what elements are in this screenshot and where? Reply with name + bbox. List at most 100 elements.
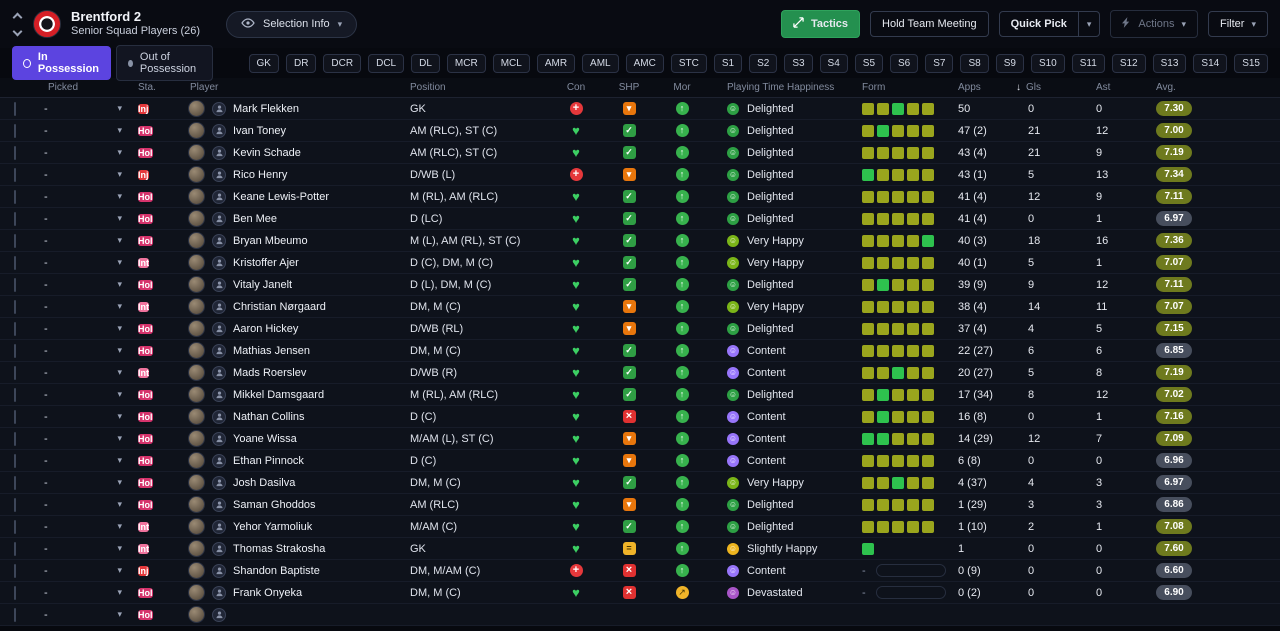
picked-dropdown[interactable]: - ▾ [36,540,132,557]
pos-filter-dl[interactable]: DL [411,53,440,73]
col-assists[interactable]: Ast [1082,82,1144,93]
table-row[interactable]: - ▾ Hol Yoane Wissa M/AM (L), ST (C) Con… [0,428,1280,450]
pos-filter-s11[interactable]: S11 [1071,53,1105,73]
profile-icon[interactable] [212,387,226,402]
player-name[interactable]: Kevin Schade [233,147,301,159]
quick-pick-label[interactable]: Quick Pick [1000,12,1078,36]
col-happiness[interactable]: Playing Time Happiness [708,82,860,93]
player-name[interactable]: Thomas Strakosha [233,543,325,555]
player-name[interactable]: Mikkel Damsgaard [233,389,324,401]
col-apps[interactable]: Apps [948,82,1016,93]
selection-info-button[interactable]: Selection Info ▾ [226,10,358,38]
table-row[interactable]: - ▾ Hol Mathias Jensen DM, M (C) Content… [0,340,1280,362]
row-checkbox[interactable] [14,321,16,336]
picked-dropdown[interactable]: - ▾ [36,408,132,425]
profile-icon[interactable] [212,497,226,512]
profile-icon[interactable] [212,607,226,622]
col-status[interactable]: Sta. [132,82,178,93]
player-name[interactable]: Mark Flekken [233,103,299,115]
player-name[interactable]: Saman Ghoddos [233,499,316,511]
hold-team-meeting-button[interactable]: Hold Team Meeting [870,11,989,37]
pos-filter-s13[interactable]: S13 [1152,53,1187,73]
tab-in-possession[interactable]: In Possession [12,46,112,80]
pos-filter-amc[interactable]: AMC [625,53,664,73]
row-checkbox[interactable] [14,277,16,292]
pos-filter-s5[interactable]: S5 [854,53,884,73]
pos-filter-s7[interactable]: S7 [925,53,954,73]
pos-filter-s4[interactable]: S4 [819,53,848,73]
row-checkbox[interactable] [14,299,16,314]
profile-icon[interactable] [212,145,226,160]
row-checkbox[interactable] [14,475,16,490]
picked-dropdown[interactable]: - ▾ [36,342,132,359]
picked-dropdown[interactable]: - ▾ [36,122,132,139]
profile-icon[interactable] [212,101,226,116]
quick-pick-button[interactable]: Quick Pick ▾ [998,11,1101,37]
row-checkbox[interactable] [14,211,16,226]
row-checkbox[interactable] [14,497,16,512]
table-row[interactable]: - ▾ Int Yehor Yarmoliuk M/AM (C) Delight… [0,516,1280,538]
profile-icon[interactable] [212,541,226,556]
row-checkbox[interactable] [14,453,16,468]
row-checkbox[interactable] [14,101,16,116]
picked-dropdown[interactable]: - ▾ [36,298,132,315]
profile-icon[interactable] [212,321,226,336]
table-row[interactable]: - ▾ Hol Frank Onyeka DM, M (C) Devastate… [0,582,1280,604]
player-name[interactable]: Bryan Mbeumo [233,235,308,247]
picked-dropdown[interactable]: - ▾ [36,232,132,249]
pos-filter-stc[interactable]: STC [670,53,707,73]
col-form[interactable]: Form [860,82,948,93]
profile-icon[interactable] [212,277,226,292]
pos-filter-s6[interactable]: S6 [890,53,919,73]
row-checkbox[interactable] [14,233,16,248]
pos-filter-s3[interactable]: S3 [784,53,813,73]
table-row[interactable]: - ▾ Inj Rico Henry D/WB (L) Delighted 43… [0,164,1280,186]
pos-filter-mcl[interactable]: MCL [492,53,530,73]
row-checkbox[interactable] [14,189,16,204]
row-checkbox[interactable] [14,409,16,424]
collapse-up-icon[interactable] [12,12,23,22]
pos-filter-s8[interactable]: S8 [960,53,989,73]
profile-icon[interactable] [212,475,226,490]
picked-dropdown[interactable]: - ▾ [36,562,132,579]
col-condition[interactable]: Con [550,82,602,93]
picked-dropdown[interactable]: - ▾ [36,386,132,403]
table-row[interactable]: - ▾ Hol Nathan Collins D (C) Content 16 … [0,406,1280,428]
tab-out-of-possession[interactable]: Out of Possession [116,45,213,81]
table-row[interactable]: - ▾ Hol Vitaly Janelt D (L), DM, M (C) D… [0,274,1280,296]
player-name[interactable]: Yehor Yarmoliuk [233,521,312,533]
player-name[interactable]: Rico Henry [233,169,287,181]
profile-icon[interactable] [212,255,226,270]
profile-icon[interactable] [212,123,226,138]
col-position[interactable]: Position [384,82,550,93]
picked-dropdown[interactable]: - ▾ [36,210,132,227]
table-row[interactable]: - ▾ Hol Josh Dasilva DM, M (C) Very Happ… [0,472,1280,494]
row-checkbox[interactable] [14,255,16,270]
table-row[interactable]: - ▾ Hol Ben Mee D (LC) Delighted 41 (4) … [0,208,1280,230]
pos-filter-dr[interactable]: DR [285,53,317,73]
player-name[interactable]: Kristoffer Ajer [233,257,299,269]
row-checkbox[interactable] [14,607,16,622]
table-row[interactable]: - ▾ Int Mads Roerslev D/WB (R) Content 2… [0,362,1280,384]
profile-icon[interactable] [212,299,226,314]
table-row[interactable]: - ▾ Hol Saman Ghoddos AM (RLC) Delighted… [0,494,1280,516]
profile-icon[interactable] [212,189,226,204]
row-checkbox[interactable] [14,387,16,402]
player-name[interactable]: Shandon Baptiste [233,565,320,577]
profile-icon[interactable] [212,585,226,600]
pos-filter-aml[interactable]: AML [582,53,619,73]
pos-filter-gk[interactable]: GK [248,53,279,73]
table-row[interactable]: - ▾ Hol Ethan Pinnock D (C) Content 6 (8… [0,450,1280,472]
picked-dropdown[interactable]: - ▾ [36,254,132,271]
player-name[interactable]: Ethan Pinnock [233,455,304,467]
row-checkbox[interactable] [14,145,16,160]
table-row[interactable]: - ▾ Hol Ivan Toney AM (RLC), ST (C) Deli… [0,120,1280,142]
table-row[interactable]: - ▾ Hol [0,604,1280,626]
col-player[interactable]: Player [178,82,384,93]
row-checkbox[interactable] [14,563,16,578]
profile-icon[interactable] [212,233,226,248]
player-name[interactable]: Frank Onyeka [233,587,302,599]
pos-filter-s14[interactable]: S14 [1193,53,1228,73]
player-name[interactable]: Mads Roerslev [233,367,306,379]
profile-icon[interactable] [212,563,226,578]
